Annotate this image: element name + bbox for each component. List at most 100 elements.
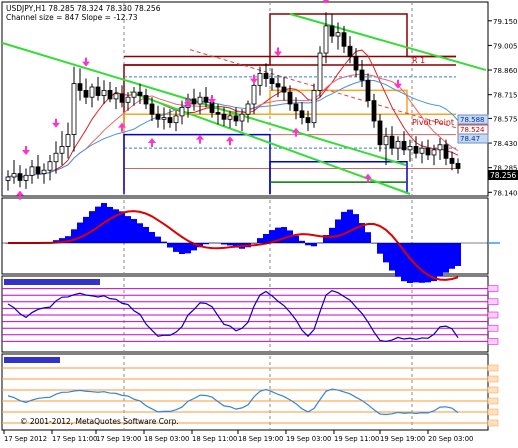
candle-body <box>269 78 275 85</box>
candle-body <box>407 146 413 151</box>
candle-body <box>83 90 89 98</box>
stoch-axis-tag <box>487 285 499 292</box>
candle-body <box>431 149 437 156</box>
time-axis: 17 Sep 2012 17 Sep 11:0017 Sep 19:00 18 Se… <box>3 430 473 443</box>
macd-bar <box>449 243 455 269</box>
candle-body <box>149 103 155 115</box>
candle-body <box>47 161 53 171</box>
symbol-header: USDJPY,H1 78.285 78.324 78.330 78.256 <box>6 4 161 13</box>
copyright-text: © 2001-2012, MetaQuotes Software Corp. <box>20 417 179 426</box>
macd-bar <box>383 243 389 263</box>
candle-body <box>17 173 23 181</box>
macd-bar <box>263 233 269 243</box>
stoch-axis-tag <box>487 338 499 345</box>
candle-body <box>23 174 29 181</box>
candle-body <box>71 83 77 135</box>
rsi-title-bar <box>4 357 60 363</box>
candle-body <box>173 115 179 124</box>
candle-body <box>29 166 35 176</box>
macd-bar <box>293 235 299 243</box>
macd-bar <box>173 243 179 252</box>
candle-body <box>41 169 47 175</box>
price-label: 78.575 <box>493 115 518 123</box>
macd-bar <box>281 227 287 243</box>
candle-body <box>95 86 101 96</box>
stochastic-axis <box>487 285 499 345</box>
candle-body <box>293 103 299 112</box>
macd-bar <box>131 219 137 243</box>
price-tag-blue-1-text: 78.588 <box>460 116 485 124</box>
macd-bar <box>305 243 311 246</box>
candle-body <box>341 32 347 47</box>
macd-bar <box>149 231 155 243</box>
candle-body <box>167 117 173 124</box>
candle-body <box>5 176 11 181</box>
candle-body <box>413 146 419 154</box>
price-tag-blue-2-text: 78.47 <box>460 135 480 143</box>
rsi-axis-tag <box>487 419 499 427</box>
rsi-axis-tag <box>487 408 499 416</box>
candle-body <box>395 140 401 149</box>
candle-body <box>299 110 305 118</box>
macd-bar <box>389 243 395 271</box>
price-tag-red-text: 78.524 <box>460 126 485 134</box>
macd-bar <box>155 236 161 243</box>
candle-body <box>227 115 233 120</box>
candle-body <box>101 90 107 96</box>
channel-info: Channel size = 847 Slope = -12.73 <box>6 13 138 22</box>
candle-body <box>437 144 443 151</box>
stochastic-panel[interactable] <box>1 275 489 353</box>
candle-body <box>203 96 209 103</box>
candle-body <box>59 146 65 154</box>
macd-bar <box>83 216 89 243</box>
price-label: 78.715 <box>493 92 518 100</box>
price-label: 79.005 <box>493 42 518 50</box>
price-label: 78.430 <box>493 140 518 148</box>
time-label: 18 Sep 11:00 <box>192 435 237 443</box>
trading-chart-window[interactable]: USDJPY,H1 78.285 78.324 78.330 78.256 Ch… <box>0 0 518 444</box>
macd-bar <box>167 243 173 248</box>
candle-body <box>137 91 143 96</box>
macd-bar <box>227 243 233 246</box>
rsi-axis <box>487 364 499 427</box>
candle-body <box>287 91 293 105</box>
candle-body <box>305 117 311 124</box>
macd-bar <box>137 223 143 243</box>
candle-body <box>161 117 167 120</box>
macd-bar <box>143 226 149 243</box>
candle-body <box>197 96 203 105</box>
stoch-axis-tag <box>487 311 499 319</box>
candle-body <box>335 32 341 37</box>
macd-bar <box>377 243 383 254</box>
time-label: 19 Sep 11:00 <box>334 435 379 443</box>
macd-bar <box>107 206 113 243</box>
macd-bar <box>437 243 443 277</box>
time-label: 20 Sep 03:00 <box>428 435 473 443</box>
macd-bar <box>185 243 191 254</box>
rsi-axis-tag <box>487 397 499 405</box>
candle-body <box>311 90 317 124</box>
time-label: 18 Sep 03:00 <box>144 435 189 443</box>
macd-bar <box>431 243 437 282</box>
candle-body <box>251 84 257 105</box>
macd-bar <box>179 243 185 254</box>
candle-body <box>359 69 365 81</box>
candle-body <box>257 73 263 86</box>
stoch-axis-tag <box>487 298 499 306</box>
candle-body <box>263 73 269 79</box>
candle-body <box>125 96 131 103</box>
macd-bar <box>365 232 371 243</box>
candle-body <box>77 83 83 91</box>
candle-body <box>143 95 149 105</box>
time-label: 17 Sep 2012 <box>4 435 47 443</box>
price-label: 79.150 <box>493 18 518 26</box>
candle-body <box>389 135 395 149</box>
candle-body <box>245 103 251 115</box>
candle-body <box>11 173 17 178</box>
stochastic-title-bar <box>4 279 100 285</box>
chart-canvas[interactable]: USDJPY,H1 78.285 78.324 78.330 78.256 Ch… <box>0 0 518 444</box>
macd-bar <box>395 243 401 277</box>
candle-body <box>119 93 125 103</box>
candle-body <box>323 25 329 54</box>
macd-bar <box>311 243 317 247</box>
